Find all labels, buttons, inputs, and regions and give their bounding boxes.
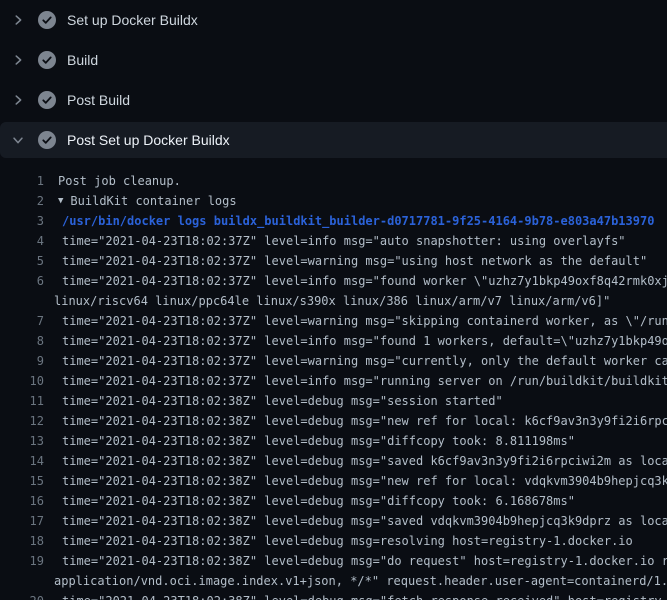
log-line-number[interactable]: 15 — [0, 471, 44, 491]
log-line-number[interactable]: 16 — [0, 491, 44, 511]
log-line-text: BuildKit container logs — [70, 191, 236, 211]
check-circle-icon — [38, 51, 56, 69]
log-line-text: time="2021-04-23T18:02:37Z" level=info m… — [62, 271, 667, 291]
log-line: 11 time="2021-04-23T18:02:38Z" level=deb… — [0, 391, 667, 411]
log-line-number[interactable]: 11 — [0, 391, 44, 411]
log-line-number[interactable]: 13 — [0, 431, 44, 451]
log-line: 10 time="2021-04-23T18:02:37Z" level=inf… — [0, 371, 667, 391]
log-line-number[interactable]: 20 — [0, 591, 44, 600]
step-title: Post Build — [67, 92, 130, 108]
log-line-text: time="2021-04-23T18:02:37Z" level=info m… — [62, 371, 667, 391]
log-line-text: time="2021-04-23T18:02:38Z" level=debug … — [62, 471, 667, 491]
log-line-number[interactable]: 9 — [0, 351, 44, 371]
log-line-text: time="2021-04-23T18:02:37Z" level=info m… — [62, 331, 667, 351]
log-line: 20 time="2021-04-23T18:02:38Z" level=deb… — [0, 591, 667, 600]
log-line-number[interactable]: 12 — [0, 411, 44, 431]
log-line-number[interactable]: 17 — [0, 511, 44, 531]
log-line: 2 ▼ BuildKit container logs — [0, 191, 667, 211]
log-line: 8 time="2021-04-23T18:02:37Z" level=info… — [0, 331, 667, 351]
step-header-build[interactable]: Build — [0, 40, 667, 80]
log-line-text: time="2021-04-23T18:02:38Z" level=debug … — [62, 491, 575, 511]
log-line-text: time="2021-04-23T18:02:38Z" level=debug … — [62, 591, 667, 600]
log-line: 16 time="2021-04-23T18:02:38Z" level=deb… — [0, 491, 667, 511]
log-line: 13 time="2021-04-23T18:02:38Z" level=deb… — [0, 431, 667, 451]
log-line-number[interactable]: 6 — [0, 271, 44, 291]
log-lines: 1 Post job cleanup. 2 ▼ BuildKit contain… — [0, 160, 667, 600]
log-line-number[interactable]: 10 — [0, 371, 44, 391]
log-line-number[interactable]: 1 — [0, 171, 44, 191]
log-line: 6 time="2021-04-23T18:02:37Z" level=info… — [0, 271, 667, 291]
log-line: 12 time="2021-04-23T18:02:38Z" level=deb… — [0, 411, 667, 431]
log-line: 9 time="2021-04-23T18:02:37Z" level=warn… — [0, 351, 667, 371]
log-line-text: time="2021-04-23T18:02:38Z" level=debug … — [62, 411, 667, 431]
check-circle-icon — [38, 91, 56, 109]
log-line: 4 time="2021-04-23T18:02:37Z" level=info… — [0, 231, 667, 251]
log-line-text: time="2021-04-23T18:02:37Z" level=info m… — [62, 231, 626, 251]
log-line: linux/riscv64 linux/ppc64le linux/s390x … — [0, 291, 667, 311]
log-line: 1 Post job cleanup. — [0, 171, 667, 191]
log-line-text: linux/riscv64 linux/ppc64le linux/s390x … — [54, 291, 610, 311]
log-line-text: Post job cleanup. — [58, 171, 181, 191]
step-header-post-build[interactable]: Post Build — [0, 80, 667, 120]
log-line-number[interactable] — [0, 291, 44, 311]
step-title: Set up Docker Buildx — [67, 12, 198, 28]
log-line-text: time="2021-04-23T18:02:38Z" level=debug … — [62, 451, 667, 471]
check-circle-icon — [38, 131, 56, 149]
log-line-number[interactable]: 3 — [0, 211, 44, 231]
step-header-post-set-up-docker-buildx[interactable]: Post Set up Docker Buildx — [0, 122, 667, 158]
log-line-text: time="2021-04-23T18:02:38Z" level=debug … — [62, 551, 667, 571]
log-line: 3 /usr/bin/docker logs buildx_buildkit_b… — [0, 211, 667, 231]
log-line: 5 time="2021-04-23T18:02:37Z" level=warn… — [0, 251, 667, 271]
log-line-number[interactable]: 5 — [0, 251, 44, 271]
log-line-text: time="2021-04-23T18:02:38Z" level=debug … — [62, 531, 633, 551]
log-line-number[interactable]: 4 — [0, 231, 44, 251]
log-line-text: time="2021-04-23T18:02:37Z" level=warnin… — [62, 311, 667, 331]
chevron-right-icon — [10, 12, 26, 28]
log-line: 7 time="2021-04-23T18:02:37Z" level=warn… — [0, 311, 667, 331]
job-steps-list: Set up Docker Buildx Build Post Build Po… — [0, 0, 667, 158]
log-line: 18 time="2021-04-23T18:02:38Z" level=deb… — [0, 531, 667, 551]
step-title: Post Set up Docker Buildx — [67, 132, 230, 148]
log-line-text: /usr/bin/docker logs buildx_buildkit_bui… — [62, 211, 654, 231]
log-line-number[interactable]: 19 — [0, 551, 44, 571]
log-line-text: time="2021-04-23T18:02:38Z" level=debug … — [62, 511, 667, 531]
chevron-right-icon — [10, 92, 26, 108]
log-line-text: time="2021-04-23T18:02:37Z" level=warnin… — [62, 351, 667, 371]
log-line-text: time="2021-04-23T18:02:37Z" level=warnin… — [62, 251, 647, 271]
log-line-text: application/vnd.oci.image.index.v1+json,… — [54, 571, 667, 591]
log-line-text: time="2021-04-23T18:02:38Z" level=debug … — [62, 431, 575, 451]
chevron-right-icon — [10, 52, 26, 68]
log-line-number[interactable]: 8 — [0, 331, 44, 351]
log-line: 14 time="2021-04-23T18:02:38Z" level=deb… — [0, 451, 667, 471]
chevron-down-icon — [10, 132, 26, 148]
step-title: Build — [67, 52, 98, 68]
log-line-text: time="2021-04-23T18:02:38Z" level=debug … — [62, 391, 503, 411]
log-line: application/vnd.oci.image.index.v1+json,… — [0, 571, 667, 591]
log-line: 17 time="2021-04-23T18:02:38Z" level=deb… — [0, 511, 667, 531]
log-line-number[interactable]: 18 — [0, 531, 44, 551]
log-line-number[interactable] — [0, 571, 44, 591]
log-line-number[interactable]: 7 — [0, 311, 44, 331]
log-line: 15 time="2021-04-23T18:02:38Z" level=deb… — [0, 471, 667, 491]
log-line: 19 time="2021-04-23T18:02:38Z" level=deb… — [0, 551, 667, 571]
step-header-set-up-docker-buildx[interactable]: Set up Docker Buildx — [0, 0, 667, 40]
check-circle-icon — [38, 11, 56, 29]
log-line-number[interactable]: 14 — [0, 451, 44, 471]
log-line-number[interactable]: 2 — [0, 191, 44, 211]
log-group-toggle-icon[interactable]: ▼ — [58, 191, 63, 211]
